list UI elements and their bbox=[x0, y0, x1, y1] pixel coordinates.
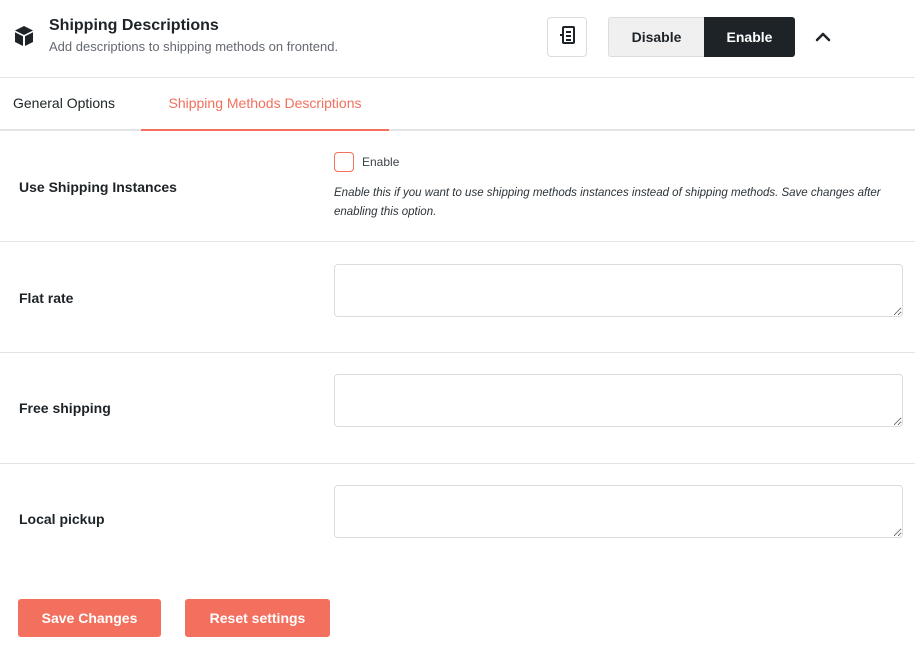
module-header: Shipping Descriptions Add descriptions t… bbox=[0, 0, 915, 78]
disable-button[interactable]: Disable bbox=[608, 17, 704, 57]
save-changes-button[interactable]: Save Changes bbox=[18, 599, 161, 637]
use-instances-help-text: Enable this if you want to use shipping … bbox=[334, 187, 881, 218]
tab-shipping-methods-descriptions[interactable]: Shipping Methods Descriptions bbox=[141, 78, 389, 131]
document-icon bbox=[559, 25, 575, 49]
use-instances-checkbox[interactable] bbox=[334, 152, 354, 172]
use-instances-label: Use Shipping Instances bbox=[19, 179, 177, 195]
box-icon bbox=[12, 24, 36, 48]
settings-tabs: General Options Shipping Methods Descrip… bbox=[0, 78, 915, 131]
collapse-button[interactable] bbox=[813, 28, 833, 48]
flat-rate-description-input[interactable] bbox=[334, 264, 903, 317]
documentation-button[interactable] bbox=[547, 17, 587, 57]
chevron-up-icon bbox=[815, 29, 831, 47]
module-title: Shipping Descriptions bbox=[49, 17, 219, 34]
enable-button[interactable]: Enable bbox=[704, 17, 795, 57]
free-shipping-description-input[interactable] bbox=[334, 374, 903, 427]
free-shipping-label: Free shipping bbox=[19, 400, 111, 416]
flat-rate-label: Flat rate bbox=[19, 290, 74, 306]
reset-settings-button[interactable]: Reset settings bbox=[185, 599, 330, 637]
tab-general-options[interactable]: General Options bbox=[13, 78, 115, 131]
local-pickup-description-input[interactable] bbox=[334, 485, 903, 538]
module-description: Add descriptions to shipping methods on … bbox=[49, 39, 339, 54]
use-instances-checkbox-label[interactable]: Enable bbox=[362, 155, 399, 169]
local-pickup-label: Local pickup bbox=[19, 511, 105, 527]
module-toggle: Disable Enable bbox=[608, 17, 795, 57]
